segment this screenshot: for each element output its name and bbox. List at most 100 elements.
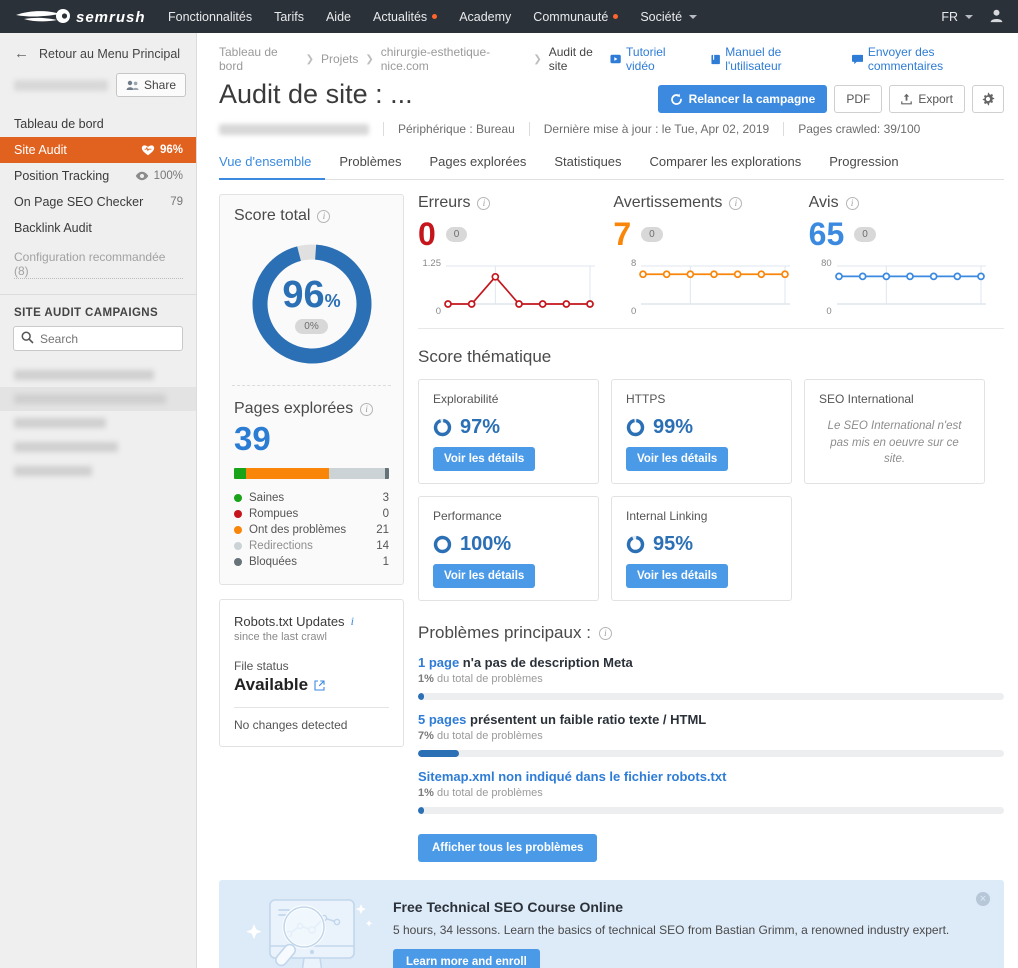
thematic-card-international-seo: SEO International Le SEO International n…	[804, 379, 985, 484]
tab-issues[interactable]: Problèmes	[325, 146, 415, 180]
semrush-logo[interactable]: semrush	[14, 6, 144, 28]
sparkline-y-axis: 8 0	[613, 258, 639, 317]
breadcrumb-row: Tableau de bord ❯ Projets ❯ chirurgie-es…	[219, 33, 1004, 73]
nav-item-2[interactable]: Aide	[326, 10, 351, 24]
show-all-issues-button[interactable]: Afficher tous les problèmes	[418, 834, 598, 862]
sidebar-item-position-tracking[interactable]: Position Tracking 100%	[0, 163, 196, 189]
issue-link[interactable]: 1 page	[418, 655, 459, 670]
robots-subtitle: since the last crawl	[234, 631, 327, 643]
settings-button[interactable]	[972, 85, 1004, 113]
list-item[interactable]	[0, 411, 196, 435]
nav-item-6[interactable]: Société	[640, 10, 698, 24]
stacked-bar-segment	[245, 468, 330, 479]
promo-enroll-button[interactable]: Learn more and enroll	[393, 949, 540, 968]
metric-delta: 0	[854, 226, 876, 242]
list-item[interactable]	[0, 435, 196, 459]
breadcrumb-item-2[interactable]: chirurgie-esthetique-nice.com	[381, 45, 527, 73]
list-item[interactable]	[0, 459, 196, 483]
nav-item-4[interactable]: Academy	[459, 10, 511, 24]
list-item[interactable]	[0, 387, 196, 411]
info-icon[interactable]: i	[477, 196, 491, 210]
sidebar-item-label: Configuration recommandée (8)	[14, 250, 183, 279]
view-details-button[interactable]: Voir les détails	[626, 447, 729, 471]
breadcrumb-item-0[interactable]: Tableau de bord	[219, 45, 299, 73]
view-details-button[interactable]: Voir les détails	[626, 564, 729, 588]
nav-label: Actualités	[372, 9, 428, 24]
breadcrumb-item-1[interactable]: Projets	[321, 52, 358, 66]
legend-value: 21	[376, 524, 389, 536]
issue-subtext: 1% du total de problèmes	[418, 787, 1004, 799]
info-icon[interactable]: i	[598, 626, 612, 640]
notification-dot-icon	[432, 14, 438, 19]
chevron-down-icon	[965, 14, 973, 19]
magnifier-monitor-icon	[246, 899, 373, 968]
sidebar-item-site-audit[interactable]: Site Audit 96%	[0, 137, 196, 163]
info-icon[interactable]: i	[317, 209, 331, 223]
info-icon[interactable]: i	[360, 402, 374, 416]
help-link-label: Envoyer des commentaires	[867, 45, 944, 73]
nav-item-5[interactable]: Communauté	[533, 10, 619, 24]
campaign-search-input[interactable]	[13, 326, 183, 351]
back-to-main-menu-button[interactable]: ← Retour au Menu Principal	[0, 33, 196, 71]
view-details-button[interactable]: Voir les détails	[433, 564, 536, 588]
tab-compare-crawls[interactable]: Comparer les explorations	[636, 146, 816, 180]
nav-item-1[interactable]: Tarifs	[274, 10, 304, 24]
tab-crawled-pages[interactable]: Pages explorées	[415, 146, 540, 180]
sidebar-item-recommended-setup[interactable]: Configuration recommandée (8)	[0, 241, 196, 285]
nav-label: Tarifs	[274, 9, 304, 24]
section-divider	[418, 328, 1004, 329]
eye-icon	[135, 171, 148, 181]
robots-title: Robots.txt Updates	[234, 614, 345, 629]
chevron-right-icon: ❯	[365, 53, 374, 65]
sidebar-item-on-page-seo-checker[interactable]: On Page SEO Checker 79	[0, 189, 196, 215]
export-label: Export	[918, 92, 953, 106]
send-feedback-link[interactable]: Envoyer des commentaires	[851, 45, 1004, 73]
legend-value: 14	[376, 540, 389, 552]
language-selector[interactable]: FR	[941, 10, 973, 24]
campaign-search-wrap	[0, 326, 196, 363]
info-icon[interactable]: i	[351, 614, 354, 629]
legend-dot-icon	[234, 558, 242, 566]
thematic-label: HTTPS	[626, 392, 666, 406]
legend-dot-icon	[234, 526, 242, 534]
nav-item-3[interactable]: Actualités	[372, 9, 438, 24]
tab-statistics[interactable]: Statistiques	[540, 146, 635, 180]
export-button[interactable]: Export	[889, 85, 965, 113]
video-tutorial-link[interactable]: Tutoriel vidéo	[610, 45, 693, 73]
pdf-button[interactable]: PDF	[834, 85, 883, 113]
user-manual-link[interactable]: Manuel de l'utilisateur	[711, 45, 834, 73]
total-score-value: 96	[282, 274, 325, 316]
stacked-bar-segment	[384, 468, 389, 479]
project-row: Share	[0, 71, 196, 109]
close-icon[interactable]: ×	[976, 892, 990, 906]
tab-progress[interactable]: Progression	[815, 146, 912, 180]
pdf-label: PDF	[846, 92, 871, 106]
rerun-campaign-button[interactable]: Relancer la campagne	[657, 85, 828, 113]
user-account-button[interactable]	[989, 8, 1004, 26]
share-button[interactable]: Share	[115, 73, 186, 97]
issue-link[interactable]: 5 pages	[418, 712, 466, 727]
metric-title-row: Avis i	[809, 194, 990, 212]
info-icon[interactable]: i	[845, 196, 859, 210]
main-nav-links: Fonctionnalités Tarifs Aide Actualités A…	[168, 10, 941, 24]
sidebar-item-dashboard[interactable]: Tableau de bord	[0, 111, 196, 137]
issue-rest: présentent un faible ratio texte / HTML	[466, 712, 707, 727]
nav-item-0[interactable]: Fonctionnalités	[168, 10, 252, 24]
issue-link[interactable]: Sitemap.xml non indiqué dans le fichier …	[418, 769, 726, 784]
external-link-icon[interactable]	[314, 679, 325, 691]
info-icon[interactable]: i	[729, 196, 743, 210]
donut-progress-icon	[626, 535, 645, 554]
tab-overview[interactable]: Vue d'ensemble	[219, 146, 326, 180]
legend-label: Rompues	[249, 508, 299, 520]
search-icon	[21, 331, 34, 347]
project-name-redacted	[14, 79, 108, 91]
list-item[interactable]	[0, 363, 196, 387]
upload-icon	[901, 93, 913, 105]
view-details-button[interactable]: Voir les détails	[433, 447, 536, 471]
rerun-campaign-label: Relancer la campagne	[688, 92, 816, 106]
campaign-list	[0, 363, 196, 483]
metrics-row: Erreurs i 0 0 1.25 0 Avertissements i 7 …	[418, 194, 1004, 317]
issue-progress-fill	[418, 693, 424, 700]
sidebar-item-backlink-audit[interactable]: Backlink Audit	[0, 215, 196, 241]
page-title: Audit de site : ...	[219, 79, 413, 109]
